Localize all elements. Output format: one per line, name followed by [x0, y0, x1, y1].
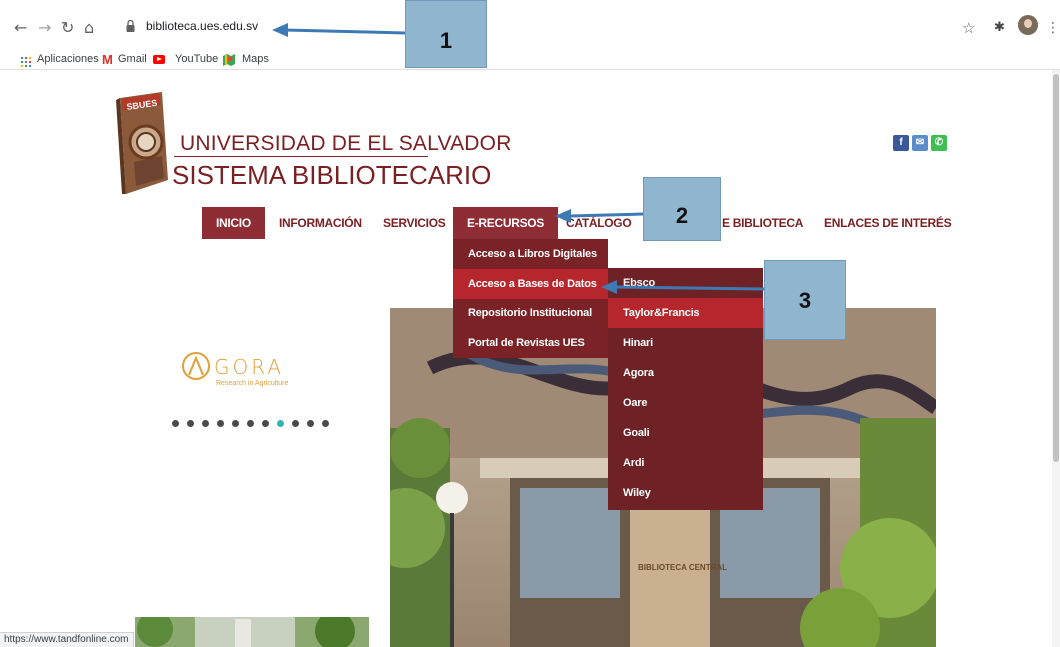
arrow-1-head: [272, 23, 288, 37]
arrow-2-head: [555, 209, 571, 223]
callout-arrows: [272, 23, 765, 294]
arrow-1: [284, 28, 406, 35]
arrow-3: [614, 285, 765, 291]
arrow-3-head: [601, 280, 617, 294]
arrow-2: [569, 212, 644, 218]
